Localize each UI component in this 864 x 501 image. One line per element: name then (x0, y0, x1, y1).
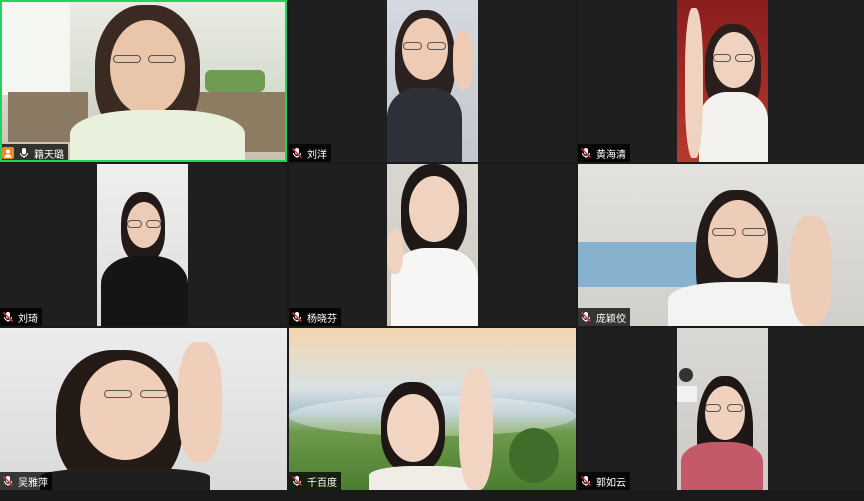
participant-nameplate: 刘洋 (289, 144, 331, 162)
tree (509, 428, 559, 483)
glasses (705, 404, 721, 412)
glasses (712, 228, 736, 236)
face (80, 360, 170, 460)
participant-tile-9[interactable]: 郭如云 (578, 328, 864, 490)
participant-name: 刘琦 (18, 313, 38, 325)
participant-name: 郭如云 (596, 477, 626, 489)
face (708, 200, 768, 278)
window (0, 0, 70, 95)
glasses (742, 228, 766, 236)
face (110, 20, 185, 115)
video-feed (677, 328, 768, 490)
raised-hand (453, 30, 473, 90)
torso (40, 468, 210, 490)
glasses (735, 54, 753, 62)
mic-muted-icon[interactable] (580, 311, 592, 323)
participant-name: 庞颖佼 (596, 313, 626, 325)
video-feed (289, 328, 576, 490)
torso (387, 88, 462, 162)
mic-muted-icon[interactable] (291, 311, 303, 323)
glasses (146, 220, 161, 228)
raised-hand (178, 342, 222, 462)
raised-hand (790, 216, 832, 326)
participant-nameplate: 杨晓芬 (289, 308, 341, 326)
participant-tile-2[interactable]: 刘洋 (289, 0, 576, 162)
glasses (727, 404, 743, 412)
glasses (427, 42, 446, 50)
video-feed (0, 328, 287, 490)
mic-muted-icon[interactable] (2, 475, 14, 487)
face (409, 176, 459, 242)
glasses (127, 220, 142, 228)
participant-nameplate: 黄海清 (578, 144, 630, 162)
torso (70, 110, 245, 162)
mic-muted-icon[interactable] (580, 475, 592, 487)
video-grid: 籍天璐 刘洋 黄海清 刘琦 杨晓芬 庞颖佼 吴雅萍 千百度 郭如云 (0, 0, 864, 501)
mic-icon[interactable] (18, 147, 30, 159)
face (705, 386, 745, 440)
participant-tile-3[interactable]: 黄海清 (578, 0, 864, 162)
video-feed (677, 0, 768, 162)
raised-hand (685, 8, 703, 158)
participant-tile-8[interactable]: 千百度 (289, 328, 576, 490)
video-feed (387, 0, 478, 162)
raised-hand (387, 228, 403, 274)
participant-nameplate: 吴雅萍 (0, 472, 52, 490)
person-icon (2, 147, 14, 159)
participant-name: 千百度 (307, 477, 337, 489)
participant-nameplate: 籍天璐 (0, 144, 68, 162)
participant-nameplate: 千百度 (289, 472, 341, 490)
participant-nameplate: 庞颖佼 (578, 308, 630, 326)
video-feed (387, 164, 478, 326)
mic-muted-icon[interactable] (580, 147, 592, 159)
mic-muted-icon[interactable] (291, 147, 303, 159)
glasses (104, 390, 132, 398)
participant-name: 杨晓芬 (307, 313, 337, 325)
plants (205, 70, 265, 92)
face (387, 394, 439, 462)
wall-clock (679, 368, 693, 382)
torso (699, 92, 768, 162)
torso (101, 256, 188, 326)
torso (391, 248, 478, 326)
participant-tile-1[interactable]: 籍天璐 (0, 0, 287, 162)
torso (681, 442, 763, 490)
participant-nameplate: 刘琦 (0, 308, 42, 326)
participant-name: 籍天璐 (34, 149, 64, 161)
glasses (403, 42, 422, 50)
participant-tile-7[interactable]: 吴雅萍 (0, 328, 287, 490)
glasses (148, 55, 176, 63)
participant-name: 黄海清 (596, 149, 626, 161)
glasses (140, 390, 168, 398)
participant-nameplate: 郭如云 (578, 472, 630, 490)
speaker-box (677, 386, 697, 402)
participant-tile-4[interactable]: 刘琦 (0, 164, 287, 326)
video-feed (0, 0, 287, 162)
glasses (113, 55, 141, 63)
participant-tile-6[interactable]: 庞颖佼 (578, 164, 864, 326)
participant-name: 吴雅萍 (18, 477, 48, 489)
mic-muted-icon[interactable] (2, 311, 14, 323)
participant-name: 刘洋 (307, 149, 327, 161)
video-feed (578, 164, 864, 326)
raised-hand (459, 368, 493, 490)
video-feed (97, 164, 188, 326)
mic-muted-icon[interactable] (291, 475, 303, 487)
participant-tile-5[interactable]: 杨晓芬 (289, 164, 576, 326)
glasses (713, 54, 731, 62)
wall-map (578, 242, 698, 287)
